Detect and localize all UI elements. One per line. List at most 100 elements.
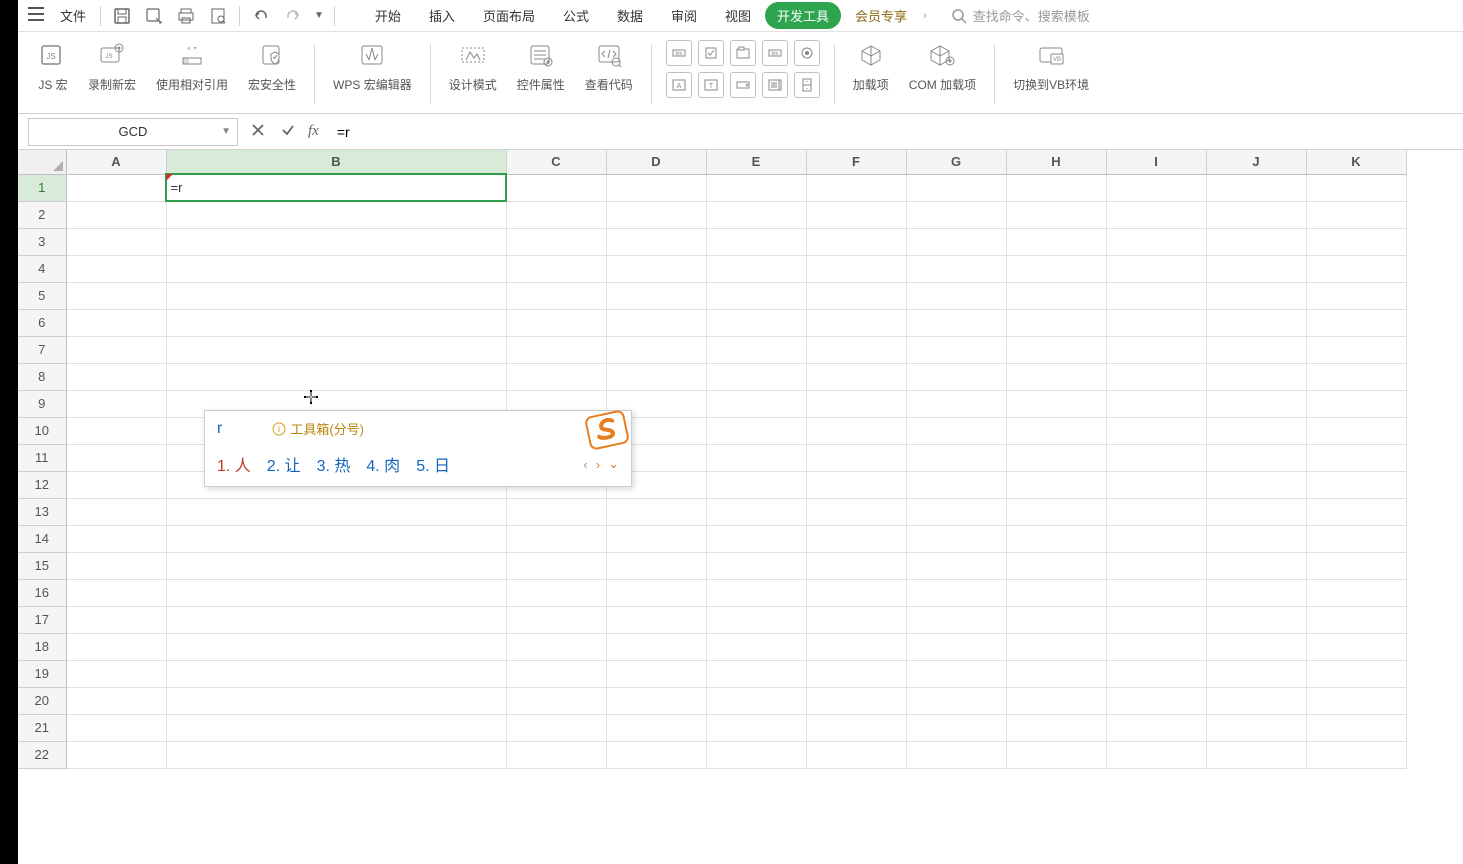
cell[interactable] [606,633,706,660]
cell[interactable] [606,606,706,633]
cell[interactable] [506,633,606,660]
cell[interactable] [506,336,606,363]
cell[interactable] [1106,714,1206,741]
cell[interactable] [1206,228,1306,255]
cell[interactable] [906,606,1006,633]
cell[interactable] [66,741,166,768]
row-header[interactable]: 18 [18,633,66,660]
cell[interactable] [606,498,706,525]
row-header[interactable]: 17 [18,606,66,633]
cell[interactable] [1006,687,1106,714]
ime-expand-icon[interactable]: ⌄ [608,456,619,472]
cell[interactable] [506,309,606,336]
cell[interactable] [1106,336,1206,363]
cell[interactable] [66,498,166,525]
ribbon-js-macro[interactable]: JS JS 宏 [28,40,78,93]
cell[interactable] [806,579,906,606]
cell[interactable] [1006,363,1106,390]
cell[interactable] [606,363,706,390]
cell[interactable] [66,714,166,741]
cell[interactable] [66,336,166,363]
cell[interactable] [706,255,806,282]
row-header[interactable]: 2 [18,201,66,228]
cell[interactable] [1006,201,1106,228]
cell[interactable] [1006,741,1106,768]
row-header[interactable]: 8 [18,363,66,390]
cell[interactable] [706,390,806,417]
cell[interactable] [806,498,906,525]
cell[interactable] [166,363,506,390]
tab-member[interactable]: 会员专享 [841,0,921,31]
save-as-icon[interactable] [139,3,169,29]
cell[interactable] [1206,579,1306,606]
control-combo-icon[interactable] [730,72,756,98]
name-box[interactable]: GCD ▼ [28,118,238,146]
cell[interactable] [1106,741,1206,768]
control-radio-icon[interactable] [794,40,820,66]
cell[interactable] [1206,606,1306,633]
cell[interactable] [1106,525,1206,552]
cell[interactable] [1106,498,1206,525]
cell[interactable] [506,282,606,309]
row-header[interactable]: 4 [18,255,66,282]
cell[interactable] [806,471,906,498]
cell[interactable] [1006,309,1106,336]
cell[interactable] [506,660,606,687]
cell[interactable] [906,228,1006,255]
cell[interactable] [66,525,166,552]
cell[interactable] [1106,606,1206,633]
cell[interactable] [1006,633,1106,660]
row-header[interactable]: 10 [18,417,66,444]
cell[interactable] [66,444,166,471]
cell[interactable] [166,606,506,633]
ime-candidate[interactable]: 5. 日 [416,452,450,476]
cell[interactable] [706,741,806,768]
cell[interactable] [1306,525,1406,552]
cell[interactable] [1306,174,1406,201]
cell[interactable] [1006,714,1106,741]
cell[interactable] [66,471,166,498]
cell[interactable] [1206,498,1306,525]
cell[interactable] [1006,255,1106,282]
name-box-dropdown-icon[interactable]: ▼ [221,126,231,137]
col-header-J[interactable]: J [1206,150,1306,174]
cell[interactable] [906,255,1006,282]
cell[interactable] [1106,579,1206,606]
cell[interactable] [1006,174,1106,201]
row-header[interactable]: 15 [18,552,66,579]
cell[interactable] [1206,255,1306,282]
row-header[interactable]: 21 [18,714,66,741]
tab-view[interactable]: 视图 [711,0,765,31]
cell[interactable] [806,552,906,579]
cell[interactable] [1206,714,1306,741]
tab-review[interactable]: 审阅 [657,0,711,31]
cell[interactable] [706,201,806,228]
cell[interactable] [506,201,606,228]
cell[interactable] [806,633,906,660]
cell[interactable] [1106,552,1206,579]
cell[interactable] [806,417,906,444]
cell[interactable] [1306,282,1406,309]
cell[interactable] [1106,417,1206,444]
cell[interactable] [1306,363,1406,390]
cell[interactable] [706,228,806,255]
control-textbox-icon[interactable]: T [698,72,724,98]
cell[interactable] [706,552,806,579]
cell[interactable] [906,660,1006,687]
cell[interactable] [706,444,806,471]
cell[interactable] [1206,390,1306,417]
cell[interactable] [1006,498,1106,525]
formula-input[interactable] [329,120,1453,144]
cell[interactable] [806,687,906,714]
cell[interactable] [1106,444,1206,471]
cell[interactable] [806,228,906,255]
undo-icon[interactable] [246,3,276,29]
cell[interactable] [806,363,906,390]
cell[interactable] [706,633,806,660]
cell[interactable] [806,741,906,768]
col-header-D[interactable]: D [606,150,706,174]
cell[interactable] [66,363,166,390]
cell[interactable] [806,606,906,633]
cell[interactable] [906,417,1006,444]
ribbon-record-macro[interactable]: JS 录制新宏 [78,40,146,93]
